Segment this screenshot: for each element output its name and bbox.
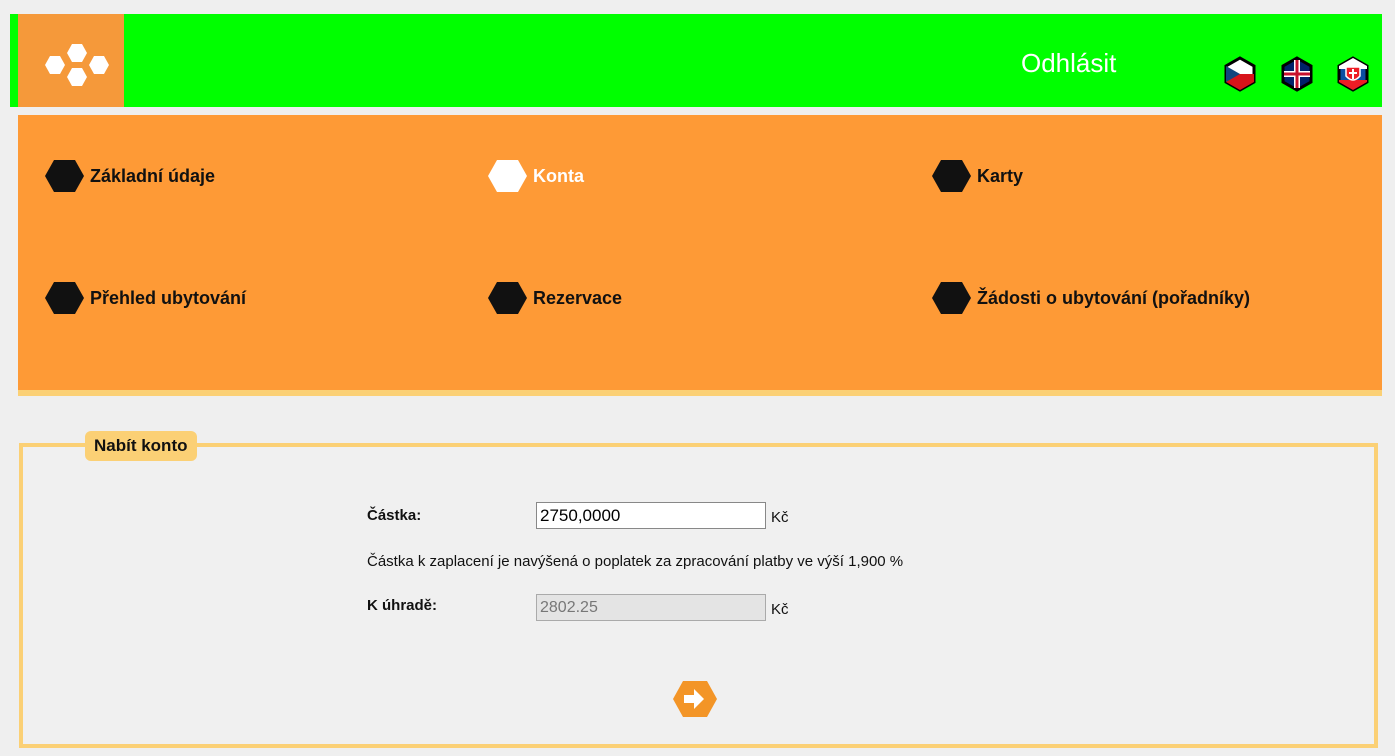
nav-item-label: Konta — [533, 165, 584, 186]
hexagon-icon — [488, 282, 527, 314]
czech-flag-icon[interactable] — [1223, 56, 1257, 92]
nav-item-label: Základní údaje — [90, 165, 216, 186]
nav-item-zakladni-udaje[interactable]: Základní údaje — [45, 159, 215, 193]
due-unit: Kč — [771, 601, 789, 618]
nav-item-label: Přehled ubytování — [90, 287, 247, 308]
nav-item-rezervace[interactable]: Rezervace — [488, 281, 622, 315]
hexagon-icon — [45, 160, 84, 192]
slovak-flag-icon[interactable] — [1336, 56, 1370, 92]
main-navigation: Základní údaje Konta Karty Přehled ubyto… — [18, 115, 1382, 396]
hexagon-icon — [932, 282, 971, 314]
hexagon-active-icon — [488, 160, 527, 192]
panel-legend: Nabít konto — [85, 431, 197, 461]
logout-link[interactable]: Odhlásit — [1021, 48, 1116, 79]
nav-item-karty[interactable]: Karty — [932, 159, 1023, 193]
nav-item-label: Karty — [977, 165, 1024, 186]
due-label: K úhradě: — [367, 597, 438, 614]
honeycomb-logo-icon — [45, 44, 109, 86]
hexagon-icon — [45, 282, 84, 314]
hexagon-icon — [932, 160, 971, 192]
header-bar: Odhlásit — [10, 14, 1382, 107]
nav-item-konta[interactable]: Konta — [488, 159, 584, 193]
nav-item-zadosti-o-ubytovani[interactable]: Žádosti o ubytování (pořadníky) — [932, 281, 1250, 315]
amount-label: Částka: — [367, 507, 422, 524]
nav-item-prehled-ubytovani[interactable]: Přehled ubytování — [45, 281, 246, 315]
logo[interactable] — [18, 14, 124, 107]
fee-note: Částka k zaplacení je navýšená o poplate… — [367, 553, 904, 570]
nav-item-label: Žádosti o ubytování (pořadníky) — [977, 287, 1251, 308]
uk-flag-icon[interactable] — [1280, 56, 1314, 92]
amount-unit: Kč — [771, 509, 789, 526]
amount-input[interactable] — [536, 502, 766, 529]
submit-arrow-button[interactable] — [673, 680, 717, 718]
due-amount-field — [536, 594, 766, 621]
nav-item-label: Rezervace — [533, 287, 623, 308]
